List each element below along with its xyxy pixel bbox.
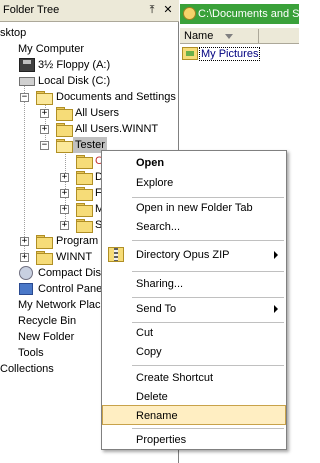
menu-item-send-to[interactable]: Send To [102,299,286,319]
menu-item-explore[interactable]: Explore [102,173,286,193]
folder-tree-header: Folder Tree ⤒ ✕ [0,0,179,22]
pictures-folder-icon [182,47,198,60]
expand-icon[interactable]: + [60,221,69,230]
column-header: Name [180,27,299,44]
folder-tree-title: Folder Tree [3,4,60,16]
menu-separator [132,365,284,366]
expand-icon[interactable]: + [40,125,49,134]
menu-separator [132,271,284,272]
menu-item-copy[interactable]: Copy [102,342,286,362]
folder-icon [56,107,73,121]
expand-icon[interactable]: + [60,173,69,182]
menu-item-rename[interactable]: Rename [102,405,286,425]
submenu-arrow-icon [274,251,278,259]
folder-icon [36,235,53,249]
menu-separator [132,297,284,298]
folder-icon [76,171,93,185]
expand-icon[interactable]: + [60,189,69,198]
path-text: C:\Documents and Se [198,8,299,20]
expand-icon[interactable]: + [20,253,29,262]
floppy-icon [19,58,35,72]
menu-item-directory-opus-zip[interactable]: Directory Opus ZIP [102,245,286,265]
collapse-icon[interactable]: − [20,93,29,102]
menu-separator [132,240,284,241]
menu-item-cut[interactable]: Cut [102,323,286,343]
context-menu: Open Explore Open in new Folder Tab Sear… [101,150,287,450]
favorites-folder-icon [76,187,93,201]
folder-icon [76,155,93,169]
menu-item-sharing[interactable]: Sharing... [102,274,286,294]
folder-icon [36,251,53,265]
expand-icon[interactable]: + [60,205,69,214]
cd-drive-icon [19,266,33,280]
close-icon[interactable]: ✕ [162,4,174,16]
menu-item-delete[interactable]: Delete [102,387,286,407]
menu-item-open-in-new-folder-tab[interactable]: Open in new Folder Tab [102,198,286,218]
collapse-icon[interactable]: − [40,141,49,150]
menu-item-properties[interactable]: Properties [102,430,286,450]
file-name: My Pictures [199,47,261,61]
expand-icon[interactable]: + [20,237,29,246]
menu-item-search[interactable]: Search... [102,217,286,237]
path-bar[interactable]: C:\Documents and Se [180,4,299,24]
submenu-arrow-icon [274,305,278,313]
folder-icon [76,219,93,233]
menu-item-create-shortcut[interactable]: Create Shortcut [102,368,286,388]
zip-folder-icon [108,247,124,262]
column-divider[interactable] [258,29,259,43]
menu-separator [132,428,284,429]
folder-icon [56,123,73,137]
column-name-header[interactable]: Name [184,30,213,42]
folder-open-icon [36,91,53,105]
folder-icon [76,203,93,217]
control-panel-icon [19,283,33,295]
menu-item-open[interactable]: Open [102,153,286,173]
expand-icon[interactable]: + [40,109,49,118]
folder-open-icon [56,139,73,153]
sort-descending-icon [225,34,233,39]
pin-icon[interactable]: ⤒ [146,4,158,16]
folder-path-icon [183,7,196,20]
hard-drive-icon [19,77,35,86]
